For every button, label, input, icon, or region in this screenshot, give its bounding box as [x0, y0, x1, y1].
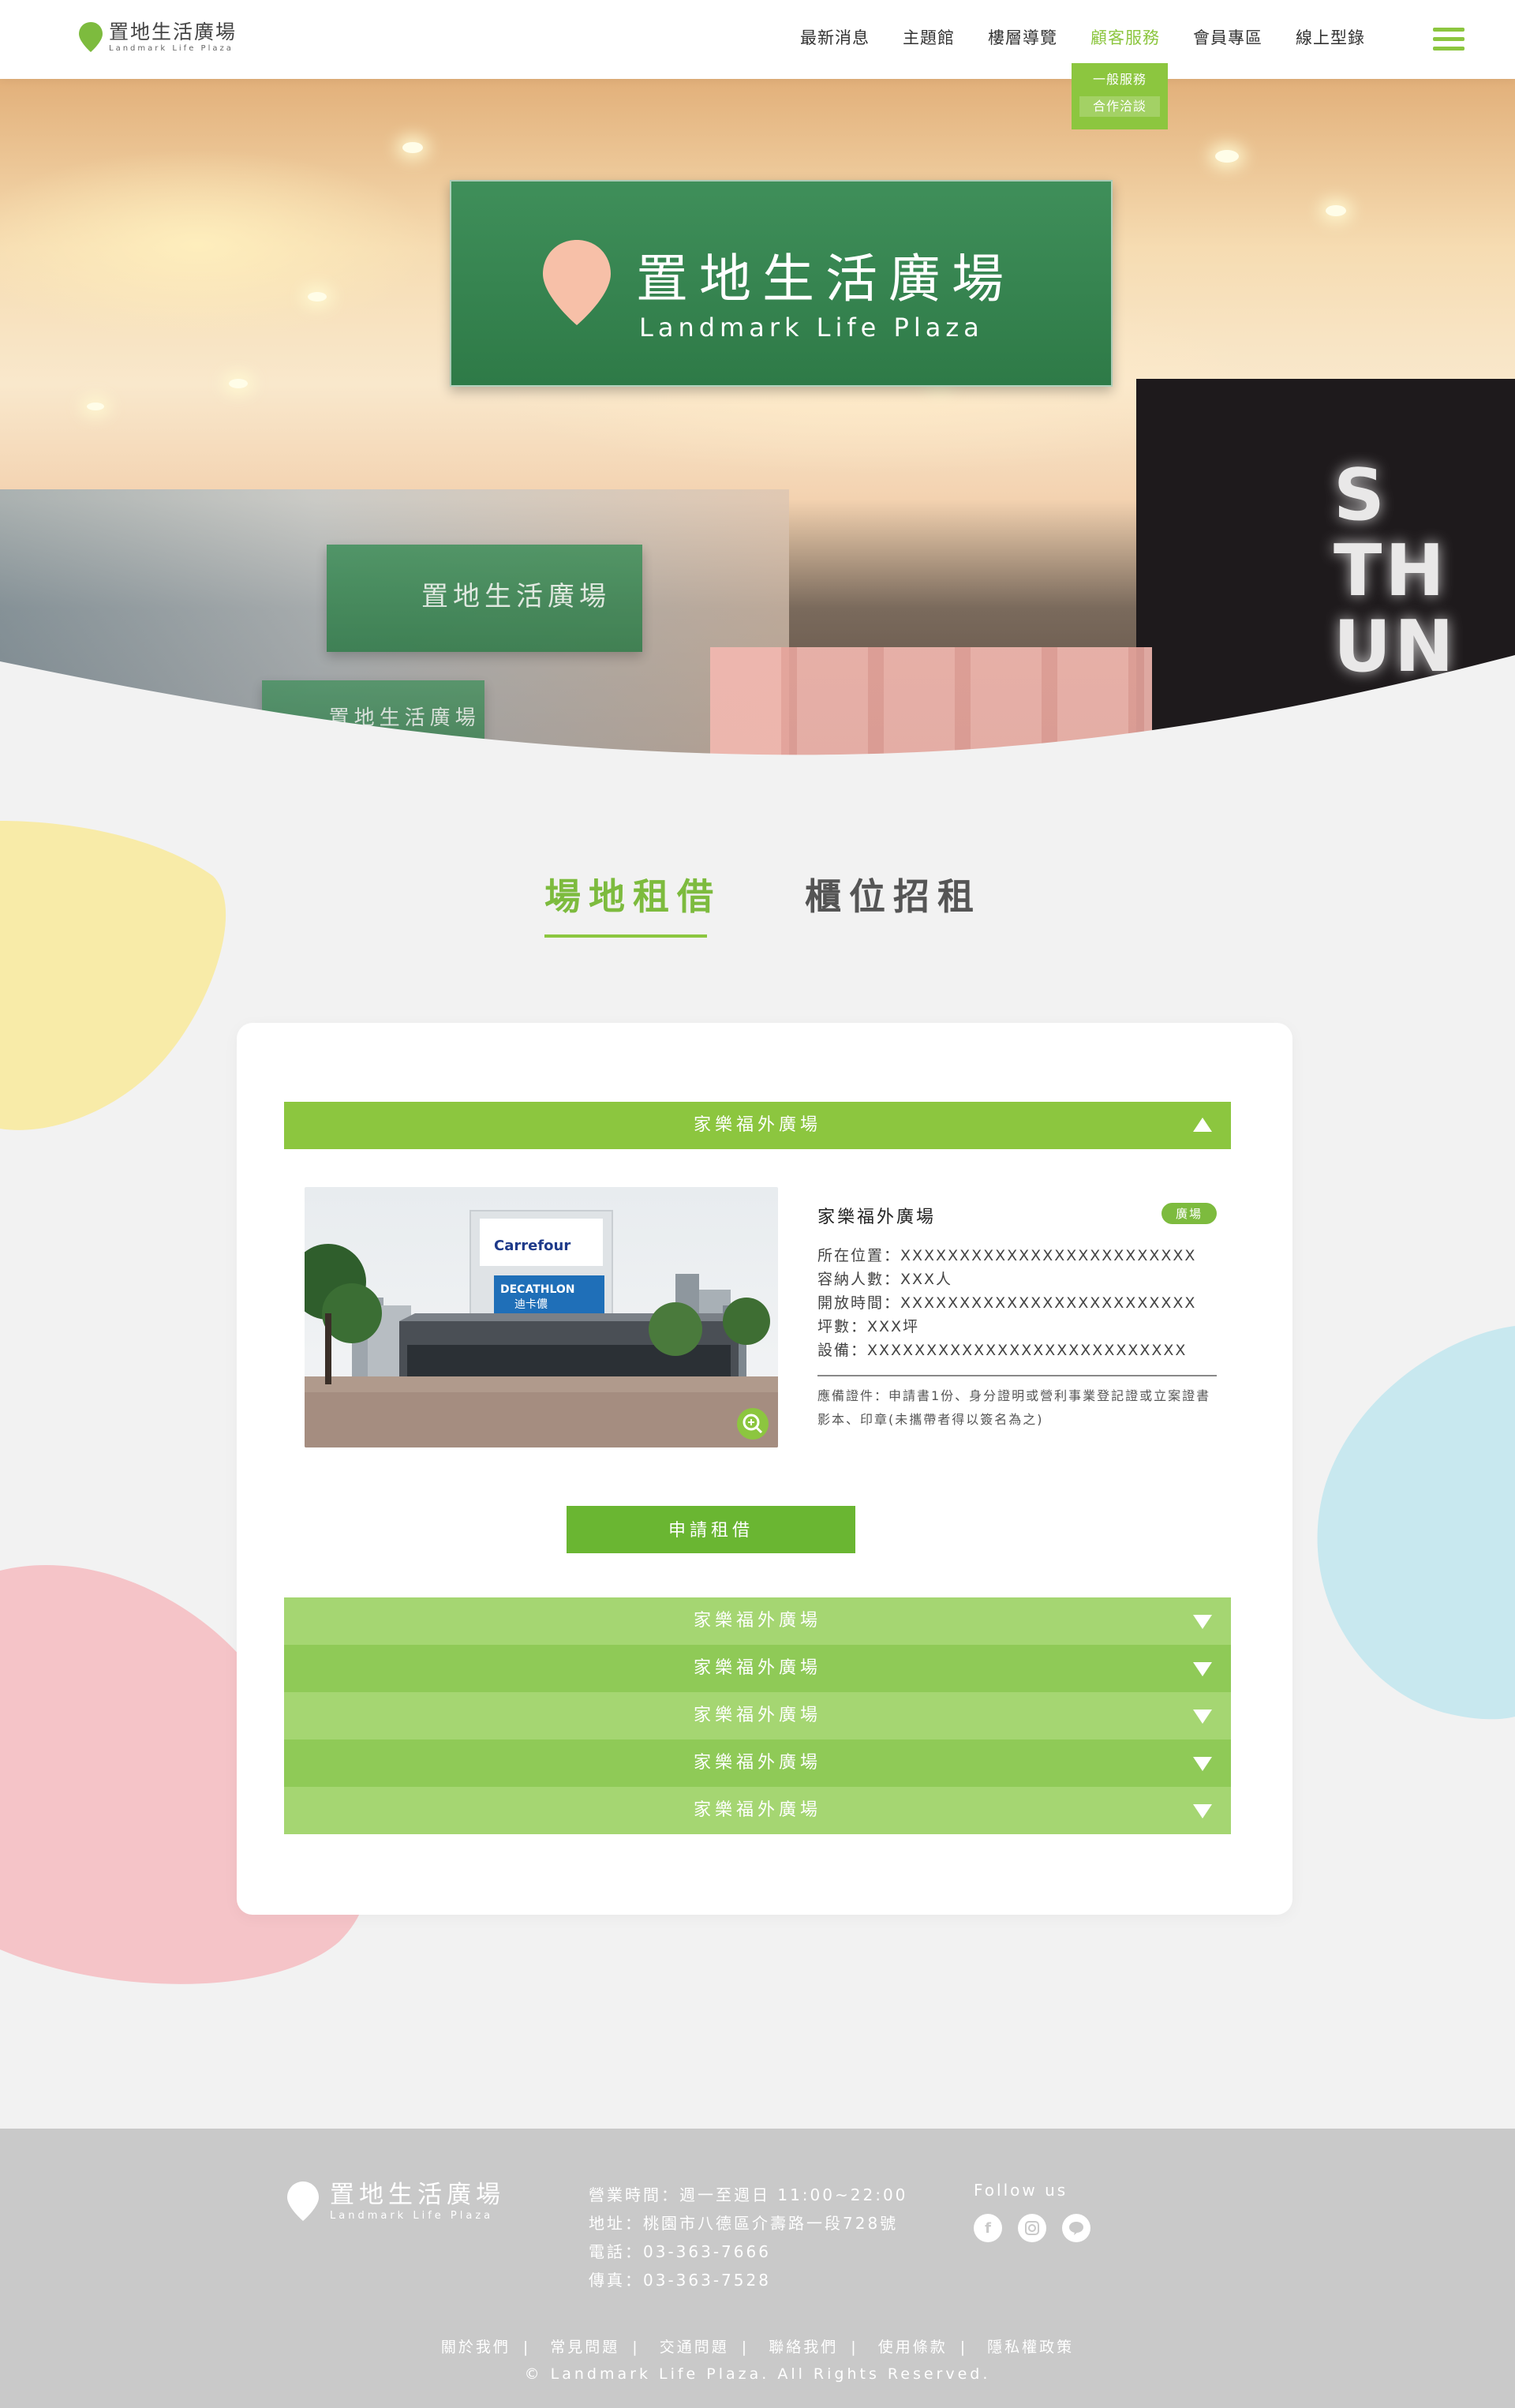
- main-nav: 最新消息 主題館 樓層導覽 顧客服務 會員專區 線上型錄: [767, 25, 1365, 51]
- accordion-header-label: 家樂福外廣場: [693, 1658, 821, 1678]
- submenu-partnership[interactable]: 合作洽談: [1079, 96, 1160, 117]
- venue-location: 所在位置：XXXXXXXXXXXXXXXXXXXXXXXXX: [817, 1247, 1197, 1264]
- footer-link-about[interactable]: 關於我們: [441, 2339, 511, 2356]
- logo-subtitle: Landmark Life Plaza: [109, 44, 234, 53]
- zoom-icon[interactable]: [737, 1408, 769, 1440]
- required-documents-note: 應備證件：申請書1份、身分證明或營利事業登記證或立案證書影本、印章(未攜帶者得以…: [817, 1388, 1211, 1427]
- instagram-icon[interactable]: [1018, 2214, 1046, 2242]
- accordion-header-label: 家樂福外廣場: [693, 1706, 821, 1725]
- copyright: © Landmark Life Plaza. All Rights Reserv…: [524, 2365, 991, 2383]
- hero-sign-title: 置地生活廣場: [636, 249, 1015, 309]
- accordion-header[interactable]: 家樂福外廣場: [284, 1645, 1231, 1692]
- hero-sign-subtitle: Landmark Life Plaza: [639, 313, 984, 343]
- background-sign-text: 置地生活廣場: [421, 581, 611, 613]
- venue-area: 坪數：XXX坪: [817, 1318, 920, 1335]
- site-logo[interactable]: 置地生活廣場 Landmark Life Plaza: [77, 21, 237, 54]
- tab-counter-leasing[interactable]: 櫃位招租: [805, 868, 982, 920]
- apply-rental-button[interactable]: 申請租借: [567, 1506, 855, 1553]
- venue-list-card: 家樂福外廣場 Carrefour DECATHLON 迪卡儂 家樂福外廣場 廣場…: [237, 1023, 1292, 1915]
- footer-link-contact[interactable]: 聯絡我們: [769, 2339, 838, 2356]
- nav-themes[interactable]: 主題館: [903, 25, 955, 51]
- customer-service-submenu: 一般服務 合作洽談: [1072, 63, 1168, 129]
- collapse-arrow-icon[interactable]: [1193, 1118, 1212, 1132]
- footer-link-transport[interactable]: 交通問題: [660, 2339, 729, 2356]
- site-header: 置地生活廣場 Landmark Life Plaza 最新消息 主題館 樓層導覽…: [0, 0, 1515, 79]
- accordion-header-open[interactable]: 家樂福外廣場: [284, 1102, 1231, 1149]
- map-pin-icon: [543, 240, 611, 325]
- footer-phone: 電話：03-363-7666: [589, 2242, 771, 2261]
- facebook-icon[interactable]: f: [974, 2214, 1002, 2242]
- footer-logo-subtitle: Landmark Life Plaza: [330, 2209, 494, 2222]
- venue-title: 家樂福外廣場: [817, 1208, 937, 1227]
- follow-us-label: Follow us: [974, 2181, 1068, 2200]
- footer-links: 關於我們 | 常見問題 | 交通問題 | 聯絡我們 | 使用條款 | 隱私權政策: [440, 2339, 1075, 2356]
- tab-venue-rental[interactable]: 場地租借: [544, 868, 721, 938]
- footer-logo[interactable]: 置地生活廣場 Landmark Life Plaza: [286, 2180, 505, 2223]
- expand-arrow-icon[interactable]: [1193, 1757, 1212, 1771]
- expand-arrow-icon[interactable]: [1193, 1615, 1212, 1629]
- accordion-header-label: 家樂福外廣場: [693, 1800, 821, 1820]
- map-pin-icon: [79, 22, 103, 52]
- nav-floor-guide[interactable]: 樓層導覽: [988, 25, 1057, 51]
- accordion-header[interactable]: 家樂福外廣場: [284, 1692, 1231, 1740]
- footer-logo-title: 置地生活廣場: [330, 2180, 505, 2209]
- social-links: f: [974, 2214, 1090, 2242]
- hero-mall-sign: 置地生活廣場 Landmark Life Plaza: [450, 180, 1113, 387]
- footer-link-faq[interactable]: 常見問題: [550, 2339, 619, 2356]
- accordion-header[interactable]: 家樂福外廣場: [284, 1787, 1231, 1834]
- venue-type-badge: 廣場: [1161, 1203, 1217, 1224]
- carrefour-brand-text: Carrefour: [494, 1238, 570, 1254]
- background-sign-text: 置地生活廣場: [328, 706, 481, 730]
- nav-news[interactable]: 最新消息: [800, 25, 870, 51]
- decathlon-chinese-text: 迪卡儂: [514, 1298, 548, 1311]
- venue-capacity: 容納人數：XXX人: [817, 1271, 953, 1288]
- nav-catalog[interactable]: 線上型錄: [1296, 25, 1365, 51]
- map-pin-icon: [287, 2181, 319, 2221]
- accordion-header-label: 家樂福外廣場: [693, 1611, 821, 1631]
- line-icon[interactable]: [1062, 2214, 1090, 2242]
- footer-business-hours: 營業時間：週一至週日 11:00~22:00: [589, 2185, 908, 2204]
- divider: [817, 1375, 1217, 1376]
- logo-title: 置地生活廣場: [109, 21, 238, 43]
- rental-tabs: 場地租借 櫃位招租: [0, 868, 1515, 939]
- background-sign: 置地生活廣場: [262, 680, 484, 756]
- hero-banner: S TH UN 置地生活廣場 Landmark Life Plaza 置地生活廣場 …: [0, 79, 1515, 758]
- yellow-blob-decoration: [0, 821, 226, 1130]
- background-sign: 置地生活廣場: [327, 545, 642, 652]
- site-footer: 置地生活廣場 Landmark Life Plaza 營業時間：週一至週日 11…: [0, 2129, 1515, 2408]
- venue-hours: 開放時間：XXXXXXXXXXXXXXXXXXXXXXXXX: [817, 1294, 1197, 1312]
- blue-blob-decoration: [1317, 1326, 1515, 1720]
- footer-address: 地址：桃園市八德區介壽路一段728號: [589, 2214, 899, 2233]
- neon-sign-decoration: S TH UN: [1334, 454, 1457, 688]
- nav-customer-service[interactable]: 顧客服務: [1090, 25, 1160, 51]
- venue-info: 家樂福外廣場 廣場 所在位置：XXXXXXXXXXXXXXXXXXXXXXXXX…: [817, 1203, 1217, 1432]
- accordion-header[interactable]: 家樂福外廣場: [284, 1597, 1231, 1645]
- nav-members[interactable]: 會員專區: [1193, 25, 1262, 51]
- accordion-header-label: 家樂福外廣場: [693, 1753, 821, 1773]
- expand-arrow-icon[interactable]: [1193, 1804, 1212, 1818]
- submenu-general-service[interactable]: 一般服務: [1079, 69, 1160, 90]
- footer-link-terms[interactable]: 使用條款: [878, 2339, 948, 2356]
- footer-fax: 傳真：03-363-7528: [589, 2271, 771, 2290]
- footer-link-privacy[interactable]: 隱私權政策: [987, 2339, 1074, 2356]
- venue-photo[interactable]: Carrefour DECATHLON 迪卡儂: [305, 1187, 778, 1447]
- accordion-header-label: 家樂福外廣場: [693, 1115, 821, 1135]
- menu-icon[interactable]: [1433, 28, 1464, 51]
- decathlon-brand-text: DECATHLON: [500, 1283, 575, 1296]
- expand-arrow-icon[interactable]: [1193, 1710, 1212, 1724]
- venue-equipment: 設備：XXXXXXXXXXXXXXXXXXXXXXXXXXX: [817, 1342, 1188, 1359]
- footer-contact-info: 營業時間：週一至週日 11:00~22:00 地址：桃園市八德區介壽路一段728…: [589, 2181, 907, 2294]
- expand-arrow-icon[interactable]: [1193, 1662, 1212, 1676]
- accordion-header[interactable]: 家樂福外廣場: [284, 1740, 1231, 1787]
